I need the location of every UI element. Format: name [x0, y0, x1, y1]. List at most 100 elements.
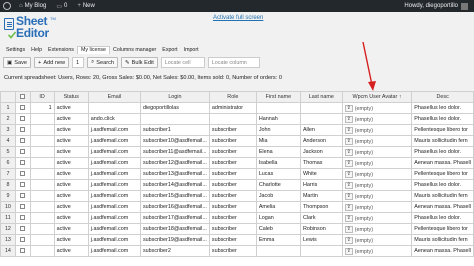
column-header-first-name[interactable]: First name: [255, 91, 301, 103]
cell-login[interactable]: subscriber1: [139, 124, 210, 136]
row-checkbox[interactable]: [14, 102, 31, 114]
cell-status[interactable]: active: [53, 146, 89, 158]
cell-role[interactable]: subscriber: [208, 124, 257, 136]
cell-avatar[interactable]: ⇪ (empty): [341, 190, 413, 202]
cell-status[interactable]: active: [53, 245, 89, 257]
menu-help[interactable]: Help: [28, 46, 45, 54]
upload-icon[interactable]: ⇪: [344, 214, 353, 222]
cell-last-name[interactable]: Thompson: [299, 201, 343, 213]
cell-first-name[interactable]: Emma: [255, 234, 301, 246]
cell-login[interactable]: subscriber2: [139, 245, 210, 257]
upload-icon[interactable]: ⇪: [344, 203, 353, 211]
cell-first-name[interactable]: Elena: [255, 146, 301, 158]
account-menu[interactable]: Howdy, diegoportillo: [404, 2, 474, 10]
add-count-input[interactable]: 1: [72, 57, 85, 68]
comments-link[interactable]: ▭ 0: [51, 0, 72, 12]
table-row[interactable]: 2 active ando.click Hannah ⇪ (empty) Phasellus…: [0, 113, 474, 125]
column-header-avatar[interactable]: Wpcm User Avatar ↑: [341, 91, 413, 103]
locate-column-input[interactable]: Locate column: [207, 57, 260, 68]
row-checkbox[interactable]: [14, 223, 31, 235]
cell-email[interactable]: [87, 102, 141, 114]
cell-status[interactable]: active: [53, 102, 89, 114]
cell-first-name[interactable]: Isabella: [255, 157, 301, 169]
cell-description[interactable]: Phasellus leo dolor.: [411, 102, 474, 114]
cell-first-name[interactable]: Amelia: [255, 201, 301, 213]
column-header-role[interactable]: Role: [208, 91, 257, 103]
cell-last-name[interactable]: Harris: [299, 179, 343, 191]
cell-role[interactable]: administrator: [208, 102, 257, 114]
table-row[interactable]: 1 1 active diegoportillolas administrator ⇪ (e…: [0, 102, 474, 114]
table-row[interactable]: 9 active j.asdfemail.com subscriber15@asdfe…: [0, 190, 474, 202]
table-row[interactable]: 8 active j.asdfemail.com subscriber14@asdfe…: [0, 179, 474, 191]
cell-email[interactable]: j.asdfemail.com: [87, 223, 141, 235]
cell-first-name[interactable]: Caleb: [255, 223, 301, 235]
cell-description[interactable]: Phasellus leo dolor.: [411, 113, 474, 125]
cell-role[interactable]: subscriber: [208, 212, 257, 224]
menu-import[interactable]: Import: [181, 46, 202, 54]
cell-description[interactable]: Aenean massa. Phasell: [411, 157, 474, 169]
cell-id[interactable]: [29, 212, 55, 224]
cell-login[interactable]: [139, 113, 210, 125]
cell-id[interactable]: [29, 157, 55, 169]
cell-login[interactable]: subscriber16@asdfemail...: [139, 201, 210, 213]
cell-role[interactable]: subscriber: [208, 201, 257, 213]
cell-avatar[interactable]: ⇪ (empty): [341, 234, 413, 246]
cell-email[interactable]: j.asdfemail.com: [87, 168, 141, 180]
cell-id[interactable]: [29, 124, 55, 136]
table-row[interactable]: 10 active j.asdfemail.com subscriber16@asdf…: [0, 201, 474, 213]
row-checkbox[interactable]: [14, 135, 31, 147]
cell-email[interactable]: j.asdfemail.com: [87, 157, 141, 169]
cell-id[interactable]: [29, 201, 55, 213]
wordpress-logo-icon[interactable]: [0, 0, 14, 12]
cell-first-name[interactable]: Lucas: [255, 168, 301, 180]
row-checkbox[interactable]: [14, 190, 31, 202]
cell-id[interactable]: [29, 234, 55, 246]
cell-id[interactable]: [29, 223, 55, 235]
cell-avatar[interactable]: ⇪ (empty): [341, 124, 413, 136]
upload-icon[interactable]: ⇪: [344, 225, 353, 233]
cell-id[interactable]: [29, 245, 55, 257]
menu-settings[interactable]: Settings: [3, 46, 28, 54]
row-checkbox[interactable]: [14, 113, 31, 125]
menu-extensions[interactable]: Extensions: [45, 46, 77, 54]
cell-login[interactable]: subscriber18@asdfemail...: [139, 223, 210, 235]
cell-status[interactable]: active: [53, 135, 89, 147]
table-row[interactable]: 11 active j.asdfemail.com subscriber17@asdf…: [0, 212, 474, 224]
upload-icon[interactable]: ⇪: [344, 181, 353, 189]
cell-email[interactable]: j.asdfemail.com: [87, 146, 141, 158]
cell-role[interactable]: subscriber: [208, 168, 257, 180]
cell-last-name[interactable]: Robinson: [299, 223, 343, 235]
table-row[interactable]: 4 active j.asdfemail.com subscriber10@asdfe…: [0, 135, 474, 147]
cell-status[interactable]: active: [53, 212, 89, 224]
cell-avatar[interactable]: ⇪ (empty): [341, 157, 413, 169]
cell-status[interactable]: active: [53, 124, 89, 136]
cell-last-name[interactable]: Clark: [299, 212, 343, 224]
cell-first-name[interactable]: Charlotte: [255, 179, 301, 191]
locate-cell-input[interactable]: Locate cell: [160, 57, 205, 68]
cell-login[interactable]: subscriber13@asdfemail...: [139, 168, 210, 180]
upload-icon[interactable]: ⇪: [344, 137, 353, 145]
cell-id[interactable]: 1: [29, 102, 55, 114]
cell-role[interactable]: subscriber: [208, 179, 257, 191]
cell-id[interactable]: [29, 179, 55, 191]
cell-description[interactable]: Pellentesque libero tor: [411, 223, 474, 235]
cell-first-name[interactable]: Jacob: [255, 190, 301, 202]
column-header-email[interactable]: Email: [87, 91, 141, 103]
cell-status[interactable]: active: [53, 157, 89, 169]
cell-login[interactable]: subscriber12@asdfemail...: [139, 157, 210, 169]
cell-avatar[interactable]: ⇪ (empty): [341, 212, 413, 224]
search-button[interactable]: ⌕ Search: [87, 57, 118, 68]
cell-id[interactable]: [29, 146, 55, 158]
activate-full-screen-link[interactable]: Activate full screen: [213, 15, 263, 21]
save-button[interactable]: ▣ Save: [3, 57, 32, 68]
upload-icon[interactable]: ⇪: [344, 159, 353, 167]
cell-last-name[interactable]: Allen: [299, 124, 343, 136]
cell-last-name[interactable]: [299, 245, 343, 257]
cell-role[interactable]: [208, 113, 257, 125]
column-header-id[interactable]: ID: [29, 91, 55, 103]
table-row[interactable]: 3 active j.asdfemail.com subscriber1 subscri…: [0, 124, 474, 136]
cell-email[interactable]: ando.click: [87, 113, 141, 125]
cell-status[interactable]: active: [53, 113, 89, 125]
table-row[interactable]: 5 active j.asdfemail.com subscriber11@asdfe…: [0, 146, 474, 158]
cell-avatar[interactable]: ⇪ (empty): [341, 102, 413, 114]
